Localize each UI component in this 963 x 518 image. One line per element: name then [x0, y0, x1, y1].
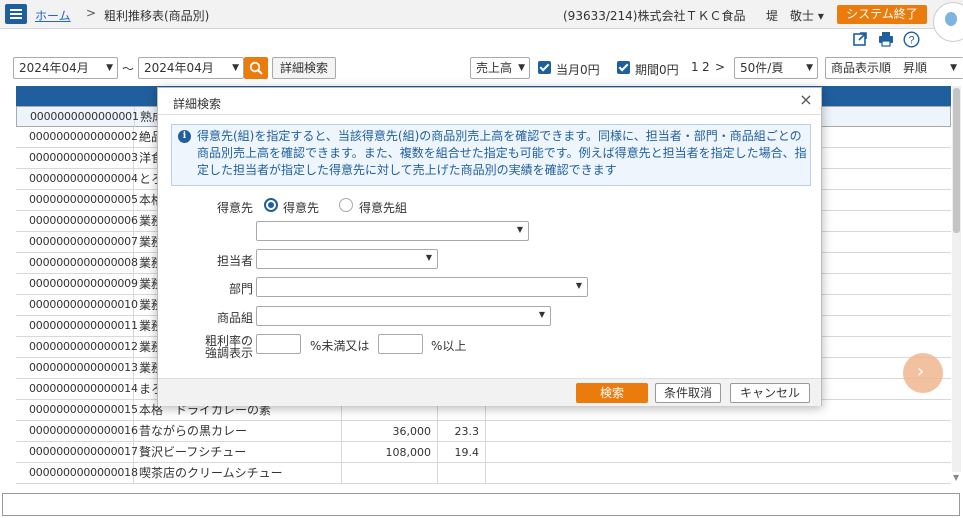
table-row[interactable]: 0000000000000018 喫茶店のクリームシチュー [16, 463, 951, 484]
current-zero-label: 当月0円 [556, 63, 600, 77]
staff-select[interactable]: ▼ [256, 249, 438, 269]
assistant-avatar-icon[interactable] [933, 2, 963, 42]
radio-customer-group-label: 得意先組 [359, 201, 408, 215]
customer-label: 得意先 [216, 201, 253, 215]
search-button[interactable] [244, 57, 268, 79]
product-code-cell: 0000000000000003 [16, 148, 138, 169]
info-text: 得意先(組)を指定すると、当該得意先(組)の商品別売上高を確認できます。同様に、… [197, 129, 807, 177]
radio-customer-label: 得意先 [283, 201, 320, 215]
product-group-label: 商品組 [216, 311, 253, 325]
info-box: i 得意先(組)を指定すると、当該得意先(組)の商品別売上高を確認できます。同様… [171, 124, 811, 186]
sales-amount-cell: 108,000 [342, 442, 438, 463]
product-code-cell: 0000000000000016 [16, 421, 138, 442]
margin-label-line2: 強調表示 [204, 346, 253, 360]
product-code-cell: 0000000000000005 [16, 190, 138, 211]
top-bar: ホーム > 粗利推移表(商品別) (93633/214)株式会社ＴＫＣ食品 堤 … [0, 0, 963, 29]
product-name-cell: 昔ながらの黒カレー [134, 421, 342, 442]
table-row[interactable]: 0000000000000017 贅沢ビーフシチュー 108,000 19.4 [16, 442, 951, 463]
system-end-button[interactable]: システム終了 [837, 5, 927, 24]
product-code-cell: 0000000000000006 [16, 211, 138, 232]
per-page-value: 50件/頁 [740, 61, 784, 75]
product-code-cell: 0000000000000012 [16, 337, 138, 358]
period-to-value: 2024年04月 [144, 61, 214, 75]
sort-value: 商品表示順 昇順 [831, 61, 928, 75]
customer-select[interactable]: ▼ [256, 221, 529, 241]
product-code-cell: 0000000000000007 [16, 232, 138, 253]
per-page-select[interactable]: 50件/頁 ▼ [734, 57, 818, 79]
margin-above-input[interactable] [378, 334, 423, 354]
cancel-button[interactable]: キャンセル [730, 383, 810, 403]
department-label: 部門 [228, 282, 253, 296]
product-code-cell: 0000000000000009 [16, 274, 138, 295]
product-code-cell: 0000000000000017 [16, 442, 138, 463]
radio-customer[interactable] [264, 198, 278, 212]
margin-rate-cell: 19.4 [438, 442, 486, 463]
period-zero-label: 期間0円 [635, 63, 679, 77]
metric-value: 売上高 [476, 61, 513, 75]
margin-highlight-label: 粗利率の 強調表示 [198, 335, 253, 359]
detail-search-dialog: 詳細検索 × i 得意先(組)を指定すると、当該得意先(組)の商品別売上高を確認… [157, 87, 822, 406]
margin-below-input[interactable] [256, 334, 301, 354]
print-icon[interactable] [877, 31, 895, 49]
margin-rate-cell: 23.3 [438, 421, 486, 442]
margin-above-label: %以上 [431, 339, 467, 353]
external-link-icon[interactable] [851, 31, 869, 49]
svg-text:?: ? [908, 35, 914, 47]
magnifier-icon [249, 61, 263, 75]
info-icon: i [178, 130, 191, 143]
company-name: (93633/214)株式会社ＴＫＣ食品 [563, 9, 746, 23]
sort-select[interactable]: 商品表示順 昇順 ▼ [825, 57, 963, 79]
product-code-cell: 0000000000000013 [16, 358, 138, 379]
help-icon[interactable]: ? [902, 31, 920, 49]
page-title: 粗利推移表(商品別) [104, 9, 210, 23]
breadcrumb-separator: > [86, 6, 97, 20]
bottom-input-bar[interactable] [2, 493, 960, 516]
dialog-footer: 検索 条件取消 キャンセル [158, 378, 821, 406]
close-icon[interactable]: × [797, 91, 815, 109]
current-zero-checkbox[interactable] [538, 61, 551, 74]
filter-bar: 2024年04月 ▼ ～ 2024年04月 ▼ 詳細検索 売上高 ▼ 当月0円 期間0… [13, 57, 963, 79]
product-code-cell: 0000000000000008 [16, 253, 138, 274]
detail-search-button[interactable]: 詳細検索 [272, 57, 336, 79]
product-code-cell: 0000000000000015 [16, 400, 138, 421]
sales-amount-cell: 36,000 [342, 421, 438, 442]
radio-customer-group[interactable] [339, 198, 353, 212]
product-code-cell: 0000000000000004 [16, 169, 138, 190]
product-code-cell: 0000000000000010 [16, 295, 138, 316]
next-page-link[interactable]: > [715, 60, 725, 74]
page-current: 1 [691, 60, 699, 74]
product-name-cell: 喫茶店のクリームシチュー [134, 463, 342, 484]
product-group-select[interactable]: ▼ [256, 306, 551, 326]
department-select[interactable]: ▼ [256, 277, 588, 297]
next-arrow-button[interactable]: › [903, 353, 943, 393]
product-code-cell: 0000000000000018 [16, 463, 138, 484]
margin-rate-cell [438, 463, 486, 484]
scroll-down-arrow-icon[interactable]: ▼ [953, 473, 959, 482]
period-zero-checkbox[interactable] [617, 61, 630, 74]
dialog-divider [158, 114, 821, 115]
clear-conditions-button[interactable]: 条件取消 [655, 383, 721, 403]
sales-amount-cell [342, 463, 438, 484]
page-2-link[interactable]: 2 [702, 60, 710, 74]
staff-label: 担当者 [216, 254, 253, 268]
period-from-value: 2024年04月 [19, 61, 89, 75]
margin-below-label: %未満又は [310, 339, 370, 353]
dialog-title: 詳細検索 [173, 97, 222, 111]
metric-select[interactable]: 売上高 ▼ [470, 57, 530, 79]
hamburger-menu-icon[interactable] [5, 4, 27, 24]
user-menu[interactable]: 堤 敬士 ▾ [766, 7, 824, 24]
period-from-select[interactable]: 2024年04月 ▼ [13, 57, 118, 79]
product-code-cell: 0000000000000014 [16, 379, 138, 400]
chevron-right-icon: › [917, 361, 925, 382]
search-submit-button[interactable]: 検索 [576, 383, 648, 403]
product-code-cell: 0000000000000002 [16, 127, 138, 148]
product-name-cell: 贅沢ビーフシチュー [134, 442, 342, 463]
product-code-cell: 0000000000000001 [17, 107, 139, 128]
range-separator: ～ [122, 62, 135, 76]
product-code-cell: 0000000000000011 [16, 316, 138, 337]
period-to-select[interactable]: 2024年04月 ▼ [138, 57, 244, 79]
table-row[interactable]: 0000000000000016 昔ながらの黒カレー 36,000 23.3 [16, 421, 951, 442]
scrollbar-thumb[interactable] [953, 88, 960, 233]
breadcrumb-home-link[interactable]: ホーム [35, 7, 71, 24]
